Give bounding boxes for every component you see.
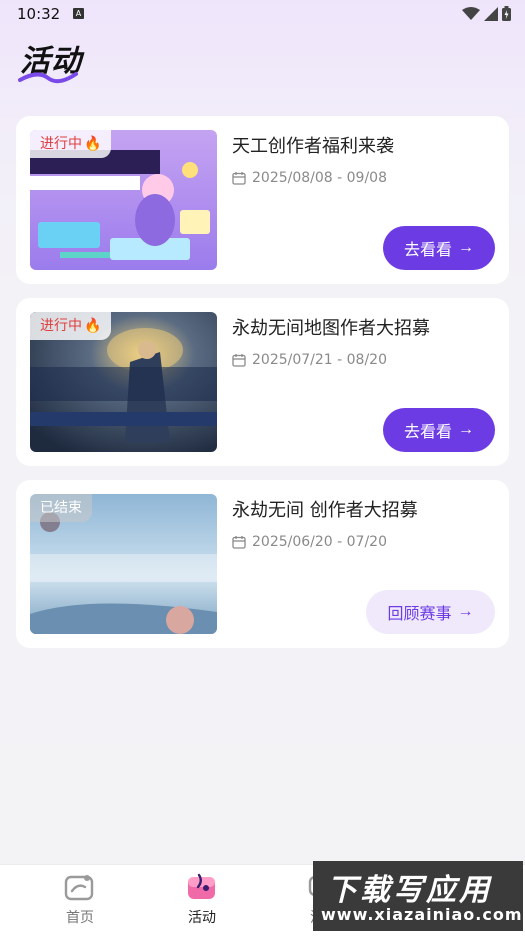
arrow-right-icon: → [457,603,474,620]
nav-label: 首页 [66,910,94,926]
nav-item-activity[interactable]: 活动 [162,871,242,927]
activity-icon [188,873,215,899]
home-icon [64,875,94,901]
activity-date: 2025/07/21 - 08/20 [232,352,387,368]
fire-icon: 🔥 [84,136,102,152]
notification-icon: A [73,8,84,19]
status-badge: 进行中 🔥 [30,312,112,340]
signal-icon [484,6,498,21]
activity-banner[interactable]: 进行中 🔥 [30,130,217,270]
date-range: 2025/06/20 - 07/20 [252,534,387,550]
calendar-icon [232,536,246,549]
activity-date: 2025/08/08 - 09/08 [232,170,387,186]
wifi-icon [462,6,480,20]
view-activity-button[interactable]: 去看看 → [383,226,495,270]
watermark-url: www.xiazainiao.com [321,905,523,924]
review-activity-button[interactable]: 回顾赛事 → [366,590,495,634]
calendar-icon [232,354,246,367]
view-activity-button[interactable]: 去看看 → [383,408,495,452]
activity-card[interactable]: 进行中 🔥 天工创作者福利来袭 2025/08/08 - 09/08 去看看 → [16,116,509,284]
activity-title: 天工创作者福利来袭 [232,136,394,157]
title-underline [18,72,78,84]
activity-card[interactable]: 已结束 永劫无间 创作者大招募 2025/06/20 - 07/20 回顾赛事 → [16,480,509,648]
fire-icon: 🔥 [84,318,102,334]
status-bar: 10:32 A [0,0,525,30]
status-badge: 进行中 🔥 [30,130,112,158]
status-badge: 已结束 [30,494,92,522]
arrow-right-icon: → [458,239,474,256]
arrow-right-icon: → [458,421,474,438]
calendar-icon [232,172,246,185]
watermark: 下载写应用 www.xiazainiao.com [313,861,523,931]
status-time: 10:32 [17,5,61,23]
date-range: 2025/07/21 - 08/20 [252,352,387,368]
activity-date: 2025/06/20 - 07/20 [232,534,387,550]
status-icons [462,6,511,21]
nav-item-home[interactable]: 首页 [40,871,120,927]
battery-icon [502,6,511,21]
activity-title: 永劫无间地图作者大招募 [232,318,430,339]
activity-banner[interactable]: 进行中 🔥 [30,312,217,452]
nav-label: 活动 [188,910,216,926]
watermark-title: 下载写应用 [327,873,492,908]
date-range: 2025/08/08 - 09/08 [252,170,387,186]
activity-banner[interactable]: 已结束 [30,494,217,634]
activity-title: 永劫无间 创作者大招募 [232,500,418,521]
activity-card[interactable]: 进行中 🔥 永劫无间地图作者大招募 2025/07/21 - 08/20 去看看 → [16,298,509,466]
